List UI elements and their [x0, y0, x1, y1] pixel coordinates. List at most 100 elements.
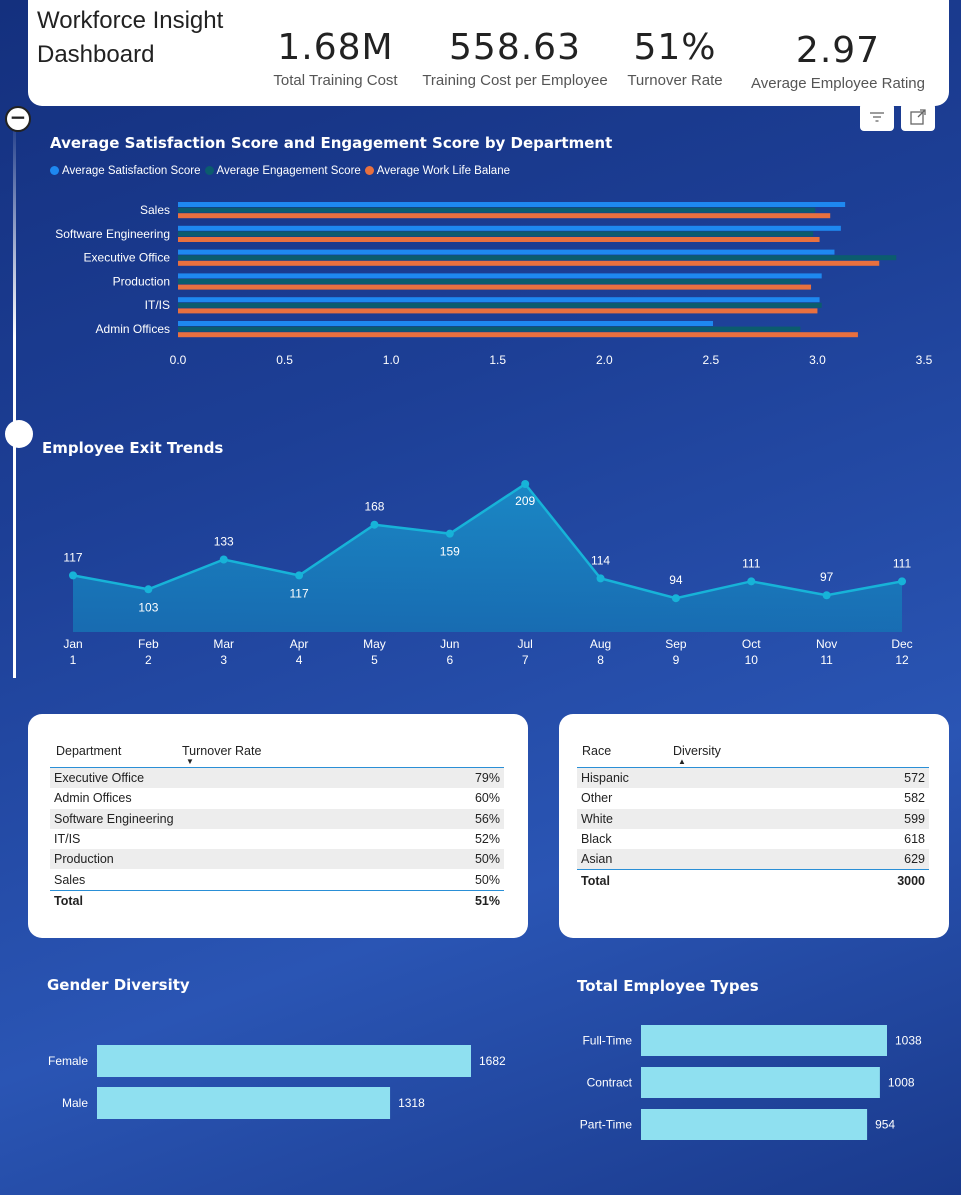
- legend-item[interactable]: Average Satisfaction Score: [50, 165, 201, 177]
- dashboard-title: Workforce Insight Dashboard: [37, 7, 224, 68]
- data-label: 111: [893, 556, 912, 570]
- x-tick-label: Jan: [63, 637, 82, 651]
- category-label: Sales: [140, 203, 170, 217]
- scroll-thumb[interactable]: [5, 420, 33, 448]
- data-point[interactable]: [596, 574, 605, 583]
- table-row[interactable]: Software Engineering 56%: [50, 808, 504, 829]
- cell-label: IT/IS: [54, 832, 81, 847]
- bar[interactable]: [178, 225, 841, 231]
- legend-item[interactable]: Average Engagement Score: [204, 165, 361, 177]
- column-header-department[interactable]: Department: [50, 744, 182, 758]
- category-label: Female: [48, 1054, 88, 1068]
- bar[interactable]: [178, 260, 880, 266]
- bar[interactable]: [178, 273, 822, 279]
- data-point[interactable]: [370, 520, 379, 529]
- bar[interactable]: [178, 308, 818, 314]
- data-point[interactable]: [747, 577, 756, 586]
- diversity-table-card: Race Diversity ▲ Hispanic 572 Other 582 Whit…: [559, 714, 949, 938]
- total-value: 3000: [897, 873, 925, 888]
- bar[interactable]: [178, 237, 820, 242]
- bar[interactable]: [178, 249, 835, 255]
- satisfaction-chart-title: Average Satisfaction Score and Engagemen…: [50, 134, 613, 152]
- column-header-diversity[interactable]: Diversity: [673, 744, 721, 758]
- bar[interactable]: [178, 202, 846, 207]
- data-label: 111: [742, 556, 761, 570]
- legend-item[interactable]: Average Work Life Balane: [364, 165, 510, 177]
- sort-ascending-icon[interactable]: ▲: [678, 757, 686, 766]
- column-header-race[interactable]: Race: [577, 744, 673, 758]
- bar[interactable]: [178, 207, 816, 213]
- bar[interactable]: [97, 1045, 471, 1077]
- table-row[interactable]: Hispanic 572: [577, 768, 929, 789]
- bar[interactable]: [97, 1087, 391, 1119]
- cell-label: White: [581, 811, 613, 826]
- table-row[interactable]: Other 582: [577, 788, 929, 808]
- bar[interactable]: [178, 284, 812, 290]
- x-tick-label: 2.0: [596, 353, 613, 367]
- table-row[interactable]: Sales 50%: [50, 869, 504, 889]
- cell-value: 599: [904, 811, 925, 826]
- x-tick-label: Mar: [213, 637, 234, 651]
- bar[interactable]: [178, 321, 713, 326]
- bar[interactable]: [178, 302, 822, 308]
- bar[interactable]: [178, 332, 858, 338]
- bar[interactable]: [641, 1109, 868, 1140]
- bar[interactable]: [178, 297, 820, 303]
- data-point[interactable]: [671, 594, 680, 603]
- bar[interactable]: [178, 255, 897, 261]
- collapse-icon[interactable]: −: [5, 106, 31, 132]
- table-row[interactable]: Production 50%: [50, 849, 504, 870]
- data-point[interactable]: [69, 571, 77, 580]
- table-row[interactable]: Admin Offices 60%: [50, 788, 504, 808]
- kpi-value: 2.97: [795, 30, 881, 71]
- kpi-average-employee-rating: 2.97 Average Employee Rating: [748, 27, 928, 92]
- data-label: 94: [669, 573, 683, 587]
- bar[interactable]: [178, 231, 814, 237]
- bar[interactable]: [641, 1025, 887, 1056]
- kpi-value: 51%: [633, 27, 717, 68]
- bar[interactable]: [178, 213, 831, 219]
- x-tick-sublabel: 9: [673, 653, 680, 667]
- data-label: 1038: [895, 1034, 922, 1048]
- gender-diversity-title: Gender Diversity: [47, 976, 190, 994]
- sort-descending-icon[interactable]: ▼: [186, 757, 194, 766]
- x-tick-sublabel: 2: [145, 653, 152, 667]
- bar[interactable]: [641, 1067, 880, 1098]
- data-point[interactable]: [144, 585, 153, 594]
- bar[interactable]: [178, 326, 801, 332]
- cell-value: 572: [904, 771, 925, 786]
- table-row[interactable]: Asian 629: [577, 849, 929, 870]
- x-tick-label: 1.0: [383, 353, 400, 367]
- cell-label: Black: [581, 832, 612, 847]
- data-label: 114: [591, 553, 610, 567]
- cell-label: Other: [581, 791, 613, 806]
- table-row[interactable]: IT/IS 52%: [50, 829, 504, 849]
- cell-label: Asian: [581, 852, 613, 867]
- x-tick-label: Aug: [590, 637, 611, 651]
- data-point[interactable]: [898, 577, 906, 586]
- x-tick-label: Jun: [440, 637, 459, 651]
- turnover-table-card: Department Turnover Rate ▼ Executive Off…: [28, 714, 528, 938]
- x-tick-sublabel: 3: [220, 653, 227, 667]
- data-label: 209: [515, 494, 535, 508]
- data-point[interactable]: [521, 480, 530, 488]
- data-point[interactable]: [295, 571, 304, 580]
- filter-icon[interactable]: [860, 103, 894, 131]
- data-point[interactable]: [219, 555, 228, 564]
- bar[interactable]: [178, 279, 801, 284]
- column-header-turnover-rate[interactable]: Turnover Rate: [182, 744, 261, 758]
- focus-mode-icon[interactable]: [901, 103, 935, 131]
- table-row[interactable]: White 599: [577, 808, 929, 829]
- data-point[interactable]: [445, 529, 454, 538]
- x-tick-label: May: [363, 637, 386, 651]
- data-point[interactable]: [822, 591, 831, 600]
- table-row[interactable]: Black 618: [577, 829, 929, 849]
- exit-trends-title: Employee Exit Trends: [42, 439, 224, 457]
- category-label: Executive Office: [84, 251, 171, 265]
- x-tick-label: Dec: [891, 637, 912, 651]
- x-tick-sublabel: 7: [522, 653, 529, 667]
- data-label: 1318: [398, 1096, 425, 1110]
- gender-bar-chart: Female 1682 Male 1318: [48, 1045, 506, 1119]
- table-row[interactable]: Executive Office 79%: [50, 768, 504, 789]
- data-label: 1682: [479, 1054, 506, 1068]
